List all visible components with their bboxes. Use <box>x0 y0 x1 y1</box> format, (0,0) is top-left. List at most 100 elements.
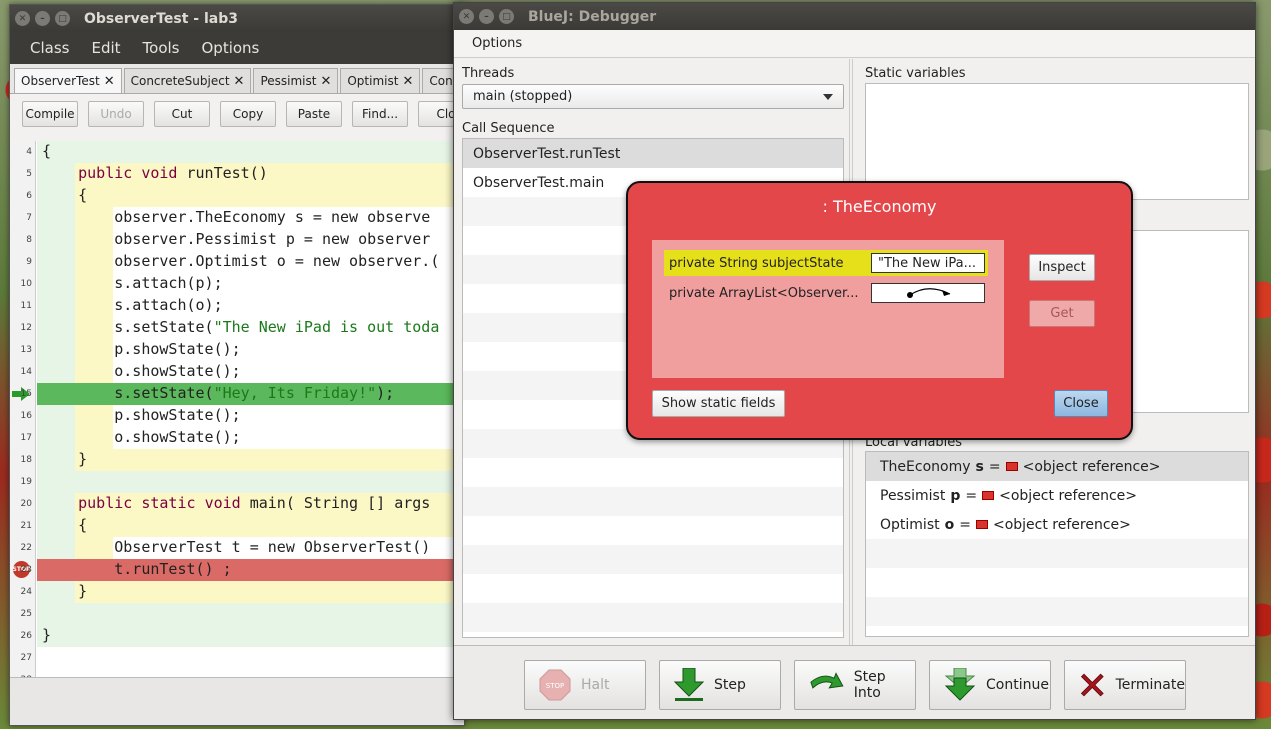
close-window-icon[interactable]: ✕ <box>15 11 30 26</box>
show-static-fields-button[interactable]: Show static fields <box>652 390 785 417</box>
line-number[interactable]: 20 <box>10 499 32 509</box>
empty-row <box>866 539 1248 568</box>
field-label: private ArrayList<Observer... <box>669 285 859 301</box>
chevron-down-icon <box>823 94 833 100</box>
close-inspector-button[interactable]: Close <box>1054 390 1108 417</box>
code-line: 26} <box>10 625 454 647</box>
thread-select[interactable]: main (stopped) <box>462 84 844 109</box>
close-tab-icon[interactable]: ✕ <box>402 74 413 89</box>
field-value: "The New iPa... <box>871 253 985 273</box>
empty-row <box>463 603 843 632</box>
line-number[interactable]: 25 <box>10 609 32 619</box>
line-number[interactable]: 23 <box>10 565 32 575</box>
debugger-menubar: Options <box>454 30 1255 58</box>
field-row-observers[interactable]: private ArrayList<Observer... <box>664 280 988 306</box>
get-button[interactable]: Get <box>1029 300 1095 327</box>
copy-button[interactable]: Copy <box>220 101 276 127</box>
tab-optimist[interactable]: Optimist ✕ <box>340 68 421 93</box>
continue-arrows-icon <box>944 668 976 701</box>
close-tab-icon[interactable]: ✕ <box>234 74 245 89</box>
line-number[interactable]: 26 <box>10 631 32 641</box>
compile-button[interactable]: Compile <box>22 101 78 127</box>
line-number[interactable]: 14 <box>10 367 32 377</box>
empty-row <box>463 545 843 574</box>
line-number[interactable]: 18 <box>10 455 32 465</box>
find-button[interactable]: Find... <box>352 101 408 127</box>
line-number[interactable]: 15 <box>10 389 32 399</box>
field-row-subjectstate[interactable]: private String subjectState "The New iPa… <box>664 250 988 276</box>
maximize-window-icon[interactable]: □ <box>499 9 514 24</box>
line-number[interactable]: 22 <box>10 543 32 553</box>
inspect-button[interactable]: Inspect <box>1029 254 1095 281</box>
tab-label: Pessimist <box>260 74 317 88</box>
terminate-x-icon <box>1080 673 1104 697</box>
menu-class[interactable]: Class <box>30 39 69 57</box>
code-line: 15 s.setState("Hey, Its Friday!"); <box>10 383 454 405</box>
line-number[interactable]: 10 <box>10 279 32 289</box>
line-number[interactable]: 16 <box>10 411 32 421</box>
local-variable-row[interactable]: Pessimist p = <object reference> <box>866 481 1248 510</box>
halt-button[interactable]: STOP Halt <box>524 660 646 710</box>
terminate-button[interactable]: Terminate <box>1064 660 1186 710</box>
local-variable-row[interactable]: TheEconomy s = <object reference> <box>866 452 1248 481</box>
editor-tabs: ObserverTest ✕ ConcreteSubject ✕ Pessimist… <box>10 64 464 94</box>
code-line: 18 } <box>10 449 454 471</box>
close-window-icon[interactable]: ✕ <box>459 9 474 24</box>
empty-row <box>463 516 843 545</box>
threads-label: Threads <box>462 66 515 81</box>
maximize-window-icon[interactable]: □ <box>55 11 70 26</box>
menu-tools[interactable]: Tools <box>143 39 180 57</box>
stop-sign-label: STOP <box>546 682 564 690</box>
var-value: <object reference> <box>999 487 1138 504</box>
call-sequence-item[interactable]: ObserverTest.runTest <box>463 139 843 168</box>
code-text: } <box>42 626 52 644</box>
menu-options[interactable]: Options <box>201 39 259 57</box>
tab-concretesubject[interactable]: ConcreteSubject ✕ <box>123 68 252 93</box>
line-number[interactable]: 19 <box>10 477 32 487</box>
line-number[interactable]: 12 <box>10 323 32 333</box>
close-tab-icon[interactable]: ✕ <box>320 74 331 89</box>
tab-pessimist[interactable]: Pessimist ✕ <box>253 68 339 93</box>
line-number[interactable]: 13 <box>10 345 32 355</box>
code-line: 16 p.showState(); <box>10 405 454 427</box>
tab-observertest[interactable]: ObserverTest ✕ <box>14 68 122 93</box>
menu-options[interactable]: Options <box>472 36 522 51</box>
local-variable-row[interactable]: Optimist o = <object reference> <box>866 510 1248 539</box>
tab-label: ConcreteSubject <box>130 74 230 88</box>
continue-button[interactable]: Continue <box>929 660 1051 710</box>
terminate-label: Terminate <box>1115 677 1185 693</box>
continue-label: Continue <box>986 677 1049 693</box>
code-line: 27 <box>10 647 454 669</box>
line-number[interactable]: 27 <box>10 653 32 663</box>
line-number[interactable]: 8 <box>10 235 32 245</box>
static-variables-label: Static variables <box>865 66 966 81</box>
menu-edit[interactable]: Edit <box>91 39 120 57</box>
code-line: 22 ObserverTest t = new ObserverTest() <box>10 537 454 559</box>
line-number[interactable]: 6 <box>10 191 32 201</box>
line-number[interactable]: 21 <box>10 521 32 531</box>
object-inspector-dialog: : TheEconomy private String subjectState… <box>626 181 1133 440</box>
line-number[interactable]: 11 <box>10 301 32 311</box>
stop-sign-icon: STOP <box>539 669 571 701</box>
line-number[interactable]: 7 <box>10 213 32 223</box>
line-number[interactable]: 5 <box>10 169 32 179</box>
code-text: s.attach(o); <box>42 296 223 314</box>
minimize-window-icon[interactable]: – <box>35 11 50 26</box>
undo-button[interactable]: Undo <box>88 101 144 127</box>
close-tab-icon[interactable]: ✕ <box>104 74 115 89</box>
line-number[interactable]: 9 <box>10 257 32 267</box>
code-text: { <box>42 142 52 160</box>
editor-window: ✕ – □ ObserverTest - lab3 Class Edit Too… <box>9 4 465 726</box>
field-reference-value <box>871 283 985 303</box>
line-number[interactable]: 24 <box>10 587 32 597</box>
cut-button[interactable]: Cut <box>154 101 210 127</box>
line-number[interactable]: 4 <box>10 147 32 157</box>
line-number[interactable]: 17 <box>10 433 32 443</box>
halt-label: Halt <box>581 677 610 693</box>
code-text: public static void main( String [] args <box>78 494 431 512</box>
minimize-window-icon[interactable]: – <box>479 9 494 24</box>
code-editor[interactable]: STOP 4{5 public void runTest() 6 {7 obser… <box>10 141 454 679</box>
step-into-button[interactable]: Step Into <box>794 660 916 710</box>
paste-button[interactable]: Paste <box>286 101 342 127</box>
step-button[interactable]: Step <box>659 660 781 710</box>
